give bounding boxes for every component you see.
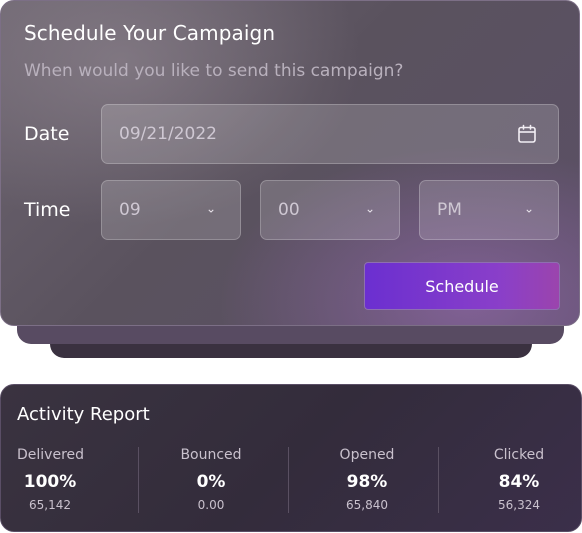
stat-count: 0.00	[197, 498, 225, 512]
stat-label: Clicked	[493, 447, 545, 463]
period-select[interactable]: PM ⌄	[419, 180, 559, 240]
stat-divider	[138, 447, 139, 513]
date-label: Date	[24, 123, 70, 145]
stat-opened: Opened 98% 65,840	[327, 447, 407, 512]
date-value: 09/21/2022	[119, 124, 217, 144]
minute-select[interactable]: 00 ⌄	[260, 180, 400, 240]
stat-label: Delivered	[17, 447, 85, 463]
schedule-button[interactable]: Schedule	[364, 262, 560, 310]
chevron-down-icon: ⌄	[205, 201, 216, 216]
date-field[interactable]: 09/21/2022	[101, 104, 559, 164]
stat-clicked: Clicked 84% 56,324	[479, 447, 559, 512]
time-label: Time	[24, 199, 71, 221]
stat-divider	[288, 447, 289, 513]
schedule-subtitle: When would you like to send this campaig…	[24, 61, 404, 81]
stat-bounced: Bounced 0% 0.00	[171, 447, 251, 512]
stat-percent: 100%	[23, 472, 77, 492]
schedule-title: Schedule Your Campaign	[24, 21, 276, 45]
period-value: PM	[437, 200, 462, 220]
schedule-panel: Schedule Your Campaign When would you li…	[0, 0, 580, 326]
activity-report-card: Activity Report Delivered 100% 65,142 Bo…	[0, 384, 582, 532]
stat-percent: 0%	[196, 472, 226, 492]
chevron-down-icon: ⌄	[523, 201, 534, 216]
chevron-down-icon: ⌄	[364, 201, 375, 216]
stat-count: 56,324	[498, 498, 540, 512]
stat-label: Bounced	[180, 447, 242, 463]
hour-select[interactable]: 09 ⌄	[101, 180, 241, 240]
stat-percent: 98%	[346, 472, 388, 492]
minute-value: 00	[278, 200, 300, 220]
hour-value: 09	[119, 200, 141, 220]
stat-percent: 84%	[498, 472, 540, 492]
stat-count: 65,142	[29, 498, 71, 512]
stat-divider	[438, 447, 439, 513]
report-title: Activity Report	[17, 404, 150, 425]
calendar-icon[interactable]	[517, 124, 537, 144]
stat-delivered: Delivered 100% 65,142	[17, 447, 85, 512]
stat-count: 65,840	[346, 498, 388, 512]
stat-label: Opened	[339, 447, 395, 463]
